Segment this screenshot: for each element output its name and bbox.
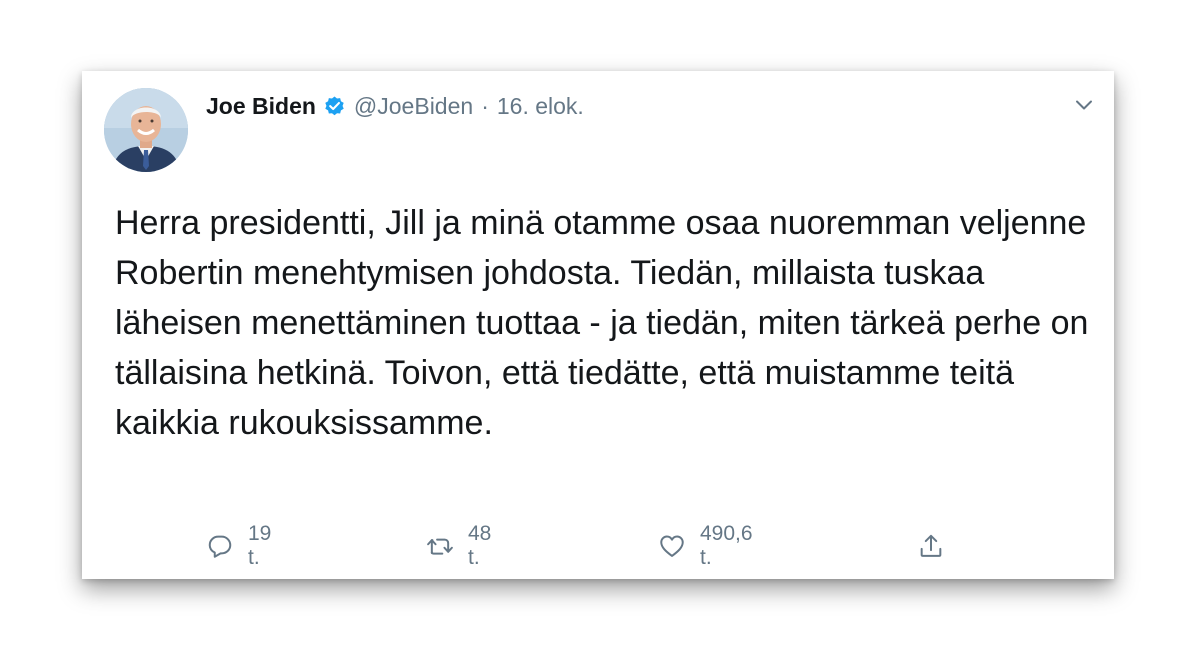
tweet-card: Joe Biden @JoeBiden · 16. elok. Herra pr…: [82, 71, 1114, 579]
heart-icon: [658, 532, 686, 560]
reply-button[interactable]: 19 t.: [206, 522, 271, 569]
retweet-count: 48 t.: [468, 522, 492, 569]
reply-icon: [206, 532, 234, 560]
header-separator: ·: [481, 92, 489, 119]
share-button[interactable]: [917, 529, 945, 563]
share-icon: [917, 532, 945, 560]
avatar[interactable]: [104, 88, 188, 172]
retweet-icon: [426, 532, 454, 560]
tweet-date[interactable]: 16. elok.: [497, 93, 584, 120]
reply-count: 19 t.: [248, 522, 272, 569]
tweet-text: Herra presidentti, Jill ja minä otamme o…: [115, 204, 1089, 442]
retweet-button[interactable]: 48 t.: [426, 522, 491, 569]
like-button[interactable]: 490,6 t.: [658, 522, 753, 569]
chevron-down-icon[interactable]: [1072, 93, 1096, 117]
author-handle[interactable]: @JoeBiden: [354, 93, 473, 120]
tweet-header: Joe Biden @JoeBiden · 16. elok.: [206, 91, 584, 121]
like-count: 490,6 t.: [700, 522, 753, 569]
author-name[interactable]: Joe Biden: [206, 93, 316, 120]
verified-badge-icon: [323, 95, 346, 118]
